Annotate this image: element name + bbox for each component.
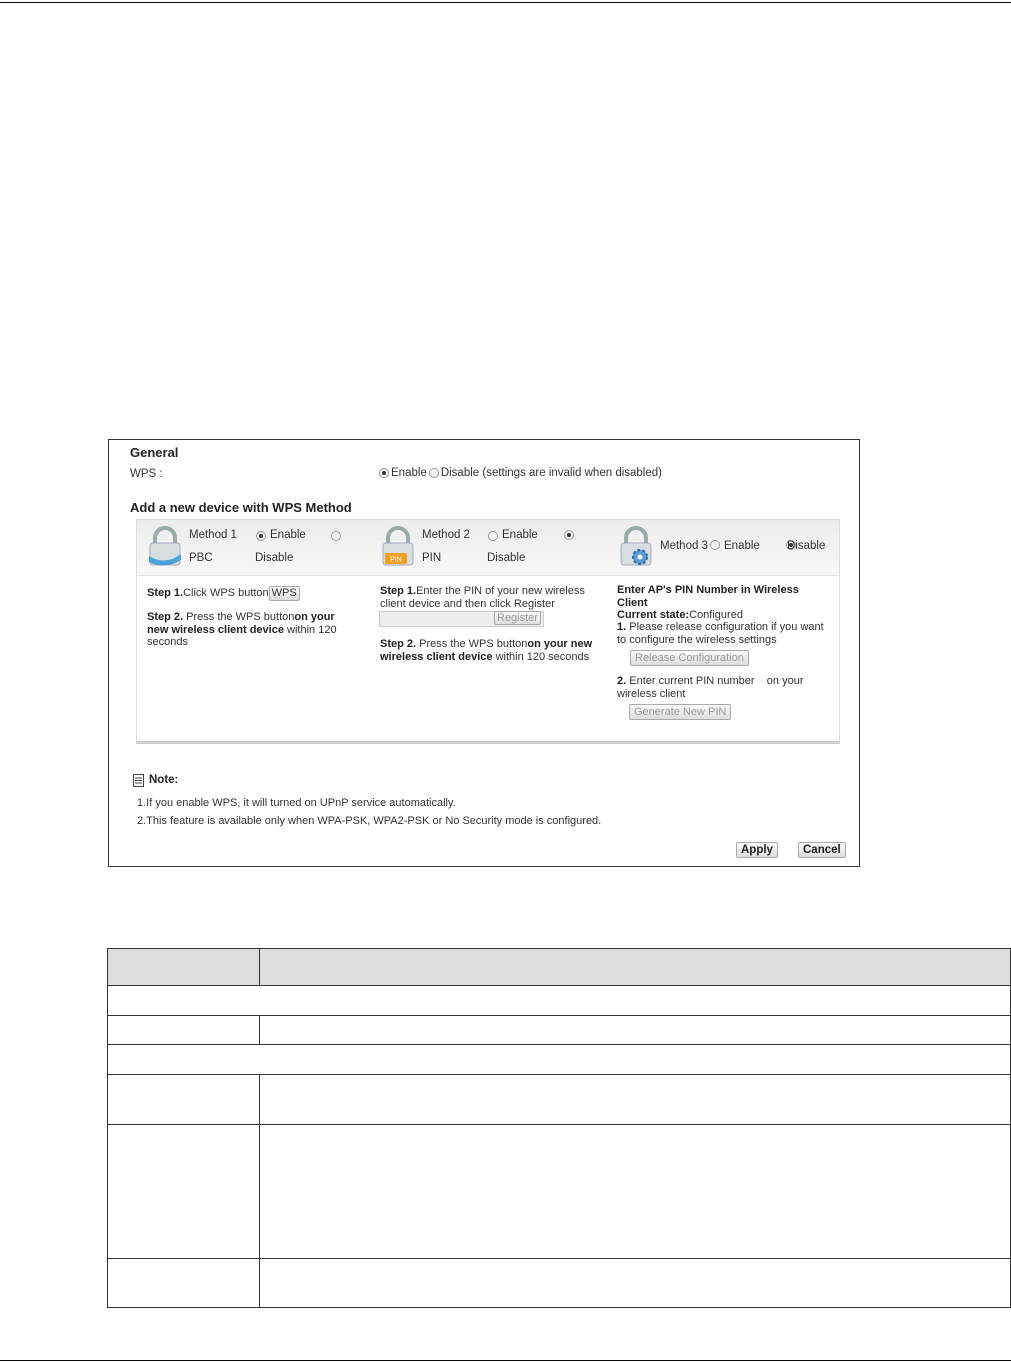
method3-item2-num: 2. [617,675,627,687]
note-title: Note: [149,774,179,786]
table-row [107,1124,1011,1259]
wps-enable-label: Enable [391,467,427,479]
table-section-row [107,1044,1011,1075]
add-device-heading: Add a new device with WPS Method [130,500,352,515]
method3-state-label: Current state: [617,609,690,621]
wps-label: WPS : [130,468,163,480]
method1-disable-radio[interactable] [331,530,342,541]
table-cell-label [107,1015,260,1045]
table-row [107,1258,1011,1308]
table-header-cell-description [259,948,1011,986]
method1-step1: Step 1.Click WPS button WPS [147,586,300,601]
method3-item1: 1. Please release configuration if you w… [617,621,829,646]
table-row [107,1015,1011,1045]
ap-pin-lock-icon [620,526,652,566]
method2-step1-num: Step 1. [380,585,417,597]
wps-options: Enable Disable (settings are invalid whe… [379,467,662,479]
method1-step2-text: Press the WPS button [186,611,295,623]
release-configuration-button[interactable]: Release Configuration [630,650,749,666]
method1-column: Method 1 Enable PBC Disable Step 1.Click… [137,520,371,741]
wps-enable-radio[interactable] [379,468,389,478]
method1-title: Method 1 [189,529,237,541]
method2-step2-tail: within 120 seconds [492,650,590,663]
method2-step2: Step 2. Press the WPS buttonon your new … [380,638,595,663]
method3-enable-radio[interactable] [710,539,720,550]
method3-title: Method 3 [660,540,708,552]
wps-button[interactable]: WPS [268,586,300,601]
generate-new-pin-button[interactable]: Generate New PIN [629,704,732,720]
method3-header: Method 3 Enable Disable [608,520,839,576]
method2-disable-radio[interactable] [564,529,575,540]
wps-methods-panel: Method 1 Enable PBC Disable Step 1.Click… [136,519,840,744]
method3-column: Method 3 Enable Disable Enter AP's PIN N… [608,520,839,741]
table-cell-label [107,1258,260,1308]
method2-enable-radio[interactable] [488,530,498,541]
table-cell-description [259,1015,1011,1045]
table-section-cell [107,1044,1011,1075]
wps-screenshot: General WPS : Enable Disable (settings a… [108,439,860,867]
method3-heading: Enter AP's PIN Number in Wireless Client [617,584,799,609]
method2-disable-label: Disable [487,552,526,564]
general-heading: General [130,445,179,460]
method3-disable-label: Disable [787,540,826,552]
method1-step1-text: Click WPS button [183,587,269,599]
top-rule [0,2,1011,3]
register-button[interactable]: Register [494,611,541,625]
method1-step1-num: Step 1. [147,587,184,599]
method3-enable-label: Enable [724,540,760,552]
method2-header: PIN Method 2 Enable PIN Disable [370,520,608,576]
table-header-row [107,948,1011,986]
method2-enable-label: Enable [502,529,538,541]
table-cell-description [259,1074,1011,1125]
method1-header: Method 1 Enable PBC Disable [137,520,370,576]
table-cell-label [107,1074,260,1125]
method3-item2: 2. Enter current PIN number on your wire… [617,675,829,700]
method3-item1-text: Please release configuration if you want… [617,621,824,646]
note-icon [133,774,144,787]
note-line1: 1.If you enable WPS, it will turned on U… [137,797,456,809]
method1-enable-radio[interactable] [256,530,266,541]
method2-title: Method 2 [422,529,470,541]
cancel-button[interactable]: Cancel [798,842,846,858]
method3-body: Enter AP's PIN Number in Wireless Client… [608,576,839,741]
method2-step2-num: Step 2. [380,638,417,650]
method1-step2-num: Step 2. [147,611,184,623]
pbc-lock-icon [149,526,181,566]
method1-disable-label: Disable [255,552,294,564]
table-cell-label [107,1124,260,1259]
method3-state: Current state:Configured [617,609,743,622]
bottom-rule [0,1360,1011,1361]
pin-lock-icon: PIN [382,526,414,566]
method2-step1: Step 1.Enter the PIN of your new wireles… [380,585,604,610]
table-section-row [107,985,1011,1016]
method1-step2: Step 2. Press the WPS buttonon your new … [147,611,359,649]
method2-step2-text: Press the WPS button [419,638,528,650]
method3-item1-num: 1. [617,621,627,633]
wps-disable-label: Disable (settings are invalid when disab… [440,467,662,479]
method3-state-value: Configured [689,609,743,621]
wps-disable-radio[interactable] [428,468,439,478]
table-row [107,1074,1011,1125]
method3-item2-text: Enter current PIN number on your wireles… [617,675,807,700]
table-section-cell [107,985,1011,1016]
method1-enable-label: Enable [270,529,306,541]
method2-body: Step 1.Enter the PIN of your new wireles… [370,576,608,741]
apply-button[interactable]: Apply [736,842,778,858]
method1-body: Step 1.Click WPS button WPS Step 2. Press… [137,576,370,741]
svg-text:PIN: PIN [390,557,402,564]
method2-column: PIN Method 2 Enable PIN Disable Step 1.E… [370,520,609,741]
field-description-table [107,948,1011,1308]
method1-sub: PBC [189,552,213,564]
table-cell-description [259,1124,1011,1259]
note-line2: 2.This feature is available only when WP… [137,815,602,827]
table-cell-description [259,1258,1011,1308]
table-header-cell-label [107,948,260,986]
method2-sub: PIN [422,552,442,564]
